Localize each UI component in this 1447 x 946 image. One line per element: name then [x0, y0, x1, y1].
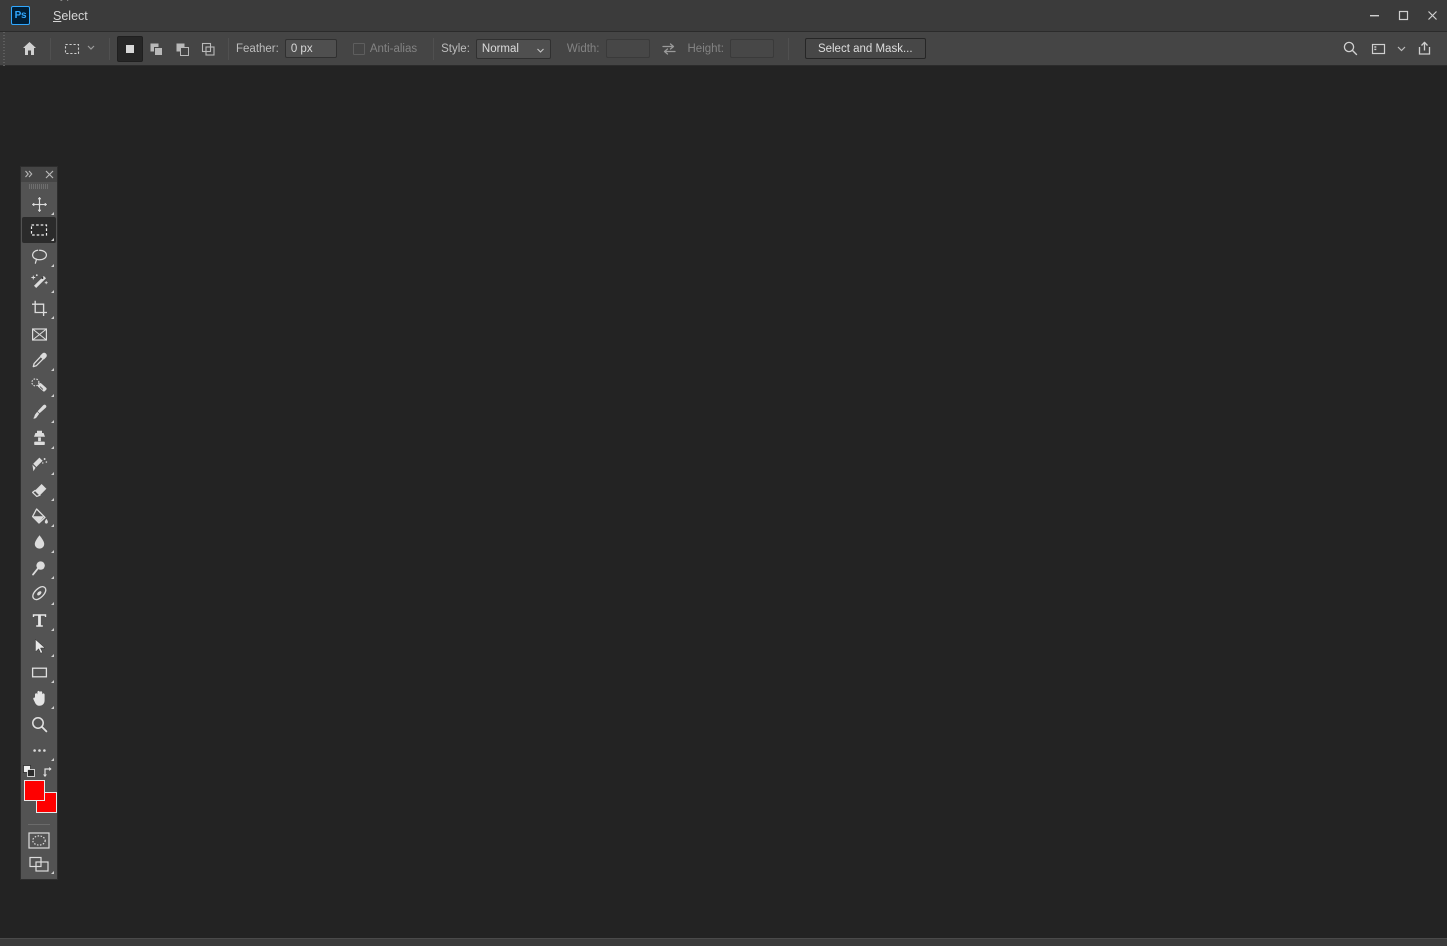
quick-mask-button[interactable] — [22, 828, 56, 852]
menu-bar: Ps FileEditImageLayerTypeSelectFilter3DV… — [0, 0, 1447, 133]
history-brush-tool[interactable] — [22, 451, 56, 477]
rectangle-tool[interactable] — [22, 659, 56, 685]
window-controls — [1360, 0, 1447, 32]
home-icon[interactable] — [15, 36, 43, 62]
subtract-from-selection-button[interactable] — [169, 36, 195, 62]
flyout-triangle-icon — [51, 524, 54, 527]
flyout-triangle-icon — [51, 576, 54, 579]
flyout-triangle-icon — [51, 264, 54, 267]
flyout-triangle-icon — [51, 680, 54, 683]
share-icon[interactable] — [1411, 36, 1437, 62]
toolbar-divider — [28, 824, 50, 825]
rectangular-marquee-icon — [61, 38, 83, 60]
options-bar-right-group — [1337, 36, 1447, 62]
gradient-tool[interactable] — [22, 503, 56, 529]
path-selection-tool[interactable] — [22, 633, 56, 659]
height-input[interactable] — [729, 39, 774, 58]
foreground-color-swatch[interactable] — [24, 780, 45, 801]
flyout-triangle-icon — [51, 654, 54, 657]
blur-tool[interactable] — [22, 529, 56, 555]
healing-brush-tool[interactable] — [22, 373, 56, 399]
eraser-tool[interactable] — [22, 477, 56, 503]
select-and-mask-button[interactable]: Select and Mask... — [804, 38, 926, 59]
chevron-down-icon[interactable] — [1393, 36, 1409, 62]
style-select[interactable]: Normal — [475, 38, 551, 59]
style-label: Style: — [441, 42, 470, 55]
menu-item-select[interactable]: Select — [44, 5, 106, 27]
hand-tool[interactable] — [22, 685, 56, 711]
anti-alias-label: Anti-alias — [369, 42, 418, 55]
flyout-triangle-icon — [51, 368, 54, 371]
tools-panel-grip[interactable] — [21, 182, 57, 191]
minimize-button[interactable] — [1360, 0, 1389, 32]
options-separator-5 — [787, 37, 789, 60]
height-label: Height: — [687, 42, 724, 55]
options-separator-4 — [433, 37, 435, 60]
flyout-triangle-icon — [51, 316, 54, 319]
move-tool[interactable] — [22, 191, 56, 217]
intersect-selection-button[interactable] — [195, 36, 221, 62]
close-icon[interactable] — [45, 167, 54, 183]
tools-panel-header — [21, 167, 57, 182]
options-bar: Feather: 0 px Anti-alias Style: Normal W… — [0, 31, 1447, 66]
quick-selection-tool[interactable] — [22, 269, 56, 295]
clone-stamp-tool[interactable] — [22, 425, 56, 451]
options-bar-grip[interactable] — [0, 31, 9, 66]
tool-preset-picker[interactable] — [58, 36, 102, 62]
options-separator-2 — [109, 37, 110, 60]
swap-width-height-icon[interactable] — [661, 42, 677, 56]
type-tool[interactable] — [22, 607, 56, 633]
double-chevron-right-icon[interactable] — [24, 167, 34, 183]
style-value: Normal — [481, 42, 519, 55]
flyout-triangle-icon — [51, 394, 54, 397]
selection-mode-group — [117, 35, 221, 62]
flyout-triangle-icon — [51, 550, 54, 553]
add-to-selection-button[interactable] — [143, 36, 169, 62]
flyout-triangle-icon — [51, 472, 54, 475]
feather-input[interactable]: 0 px — [284, 39, 337, 58]
flyout-triangle-icon — [51, 446, 54, 449]
flyout-triangle-icon — [51, 212, 54, 215]
maximize-button[interactable] — [1389, 0, 1418, 32]
lasso-tool[interactable] — [22, 243, 56, 269]
color-swatches — [22, 765, 57, 817]
crop-tool[interactable] — [22, 295, 56, 321]
options-separator-3 — [228, 37, 229, 60]
flyout-triangle-icon — [51, 706, 54, 709]
workspace-icon[interactable] — [1365, 36, 1391, 62]
flyout-triangle-icon — [51, 758, 54, 761]
canvas-work-area[interactable] — [0, 66, 1447, 939]
screen-mode-button[interactable] — [22, 852, 56, 876]
flyout-triangle-icon — [51, 420, 54, 423]
anti-alias-checkbox[interactable] — [352, 42, 365, 55]
close-button[interactable] — [1418, 0, 1447, 32]
flyout-triangle-icon — [51, 498, 54, 501]
edit-toolbar-tool[interactable] — [22, 737, 56, 763]
pen-tool[interactable] — [22, 581, 56, 607]
new-selection-button[interactable] — [117, 35, 143, 62]
eyedropper-tool[interactable] — [22, 347, 56, 373]
photoshop-logo[interactable]: Ps — [11, 6, 30, 25]
search-icon[interactable] — [1337, 36, 1363, 62]
status-strip — [0, 939, 1447, 946]
feather-label: Feather: — [236, 42, 279, 55]
chevron-down-icon — [536, 46, 545, 58]
dodge-tool[interactable] — [22, 555, 56, 581]
width-label: Width: — [566, 42, 600, 55]
flyout-triangle-icon — [51, 290, 54, 293]
flyout-triangle-icon — [51, 871, 54, 874]
brush-tool[interactable] — [22, 399, 56, 425]
chevron-down-icon — [86, 42, 96, 55]
flyout-triangle-icon — [51, 628, 54, 631]
flyout-triangle-icon — [51, 238, 54, 241]
flyout-triangle-icon — [51, 602, 54, 605]
options-separator-1 — [50, 37, 51, 60]
zoom-tool[interactable] — [22, 711, 56, 737]
rectangular-marquee-tool[interactable] — [22, 217, 56, 243]
width-input[interactable] — [605, 39, 650, 58]
frame-tool[interactable] — [22, 321, 56, 347]
tools-panel — [20, 166, 58, 880]
